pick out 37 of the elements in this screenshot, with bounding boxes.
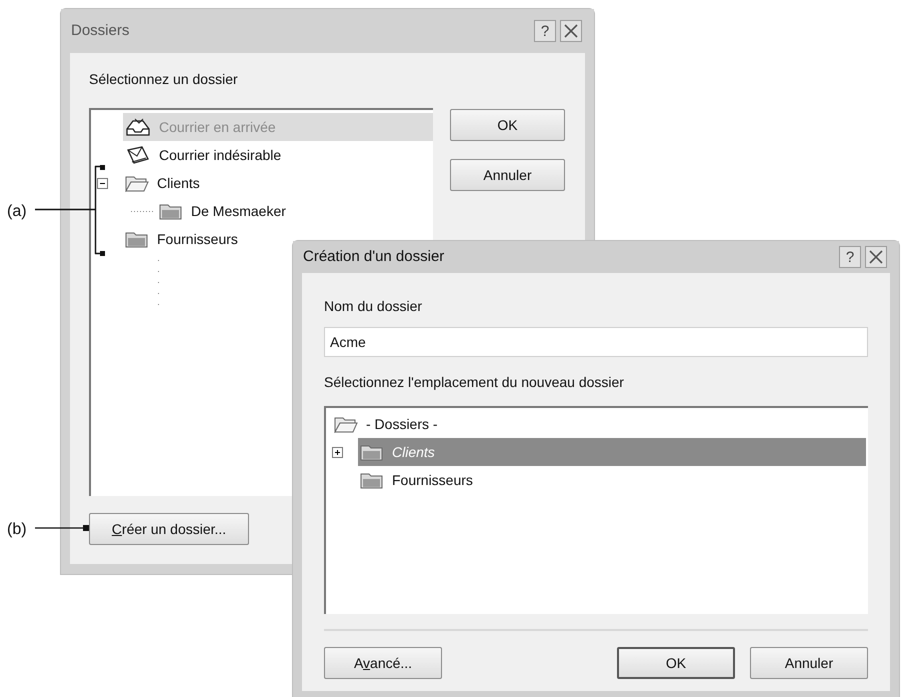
envelope-icon bbox=[125, 145, 151, 165]
field-label: Nom du dossier bbox=[324, 297, 424, 316]
folder-icon bbox=[360, 471, 384, 489]
folder-icon bbox=[125, 230, 149, 248]
dialog-button[interactable]: Créer un dossier... bbox=[89, 513, 249, 545]
help-button[interactable]: ? bbox=[534, 20, 556, 42]
close-button[interactable] bbox=[865, 246, 887, 268]
dialog-button[interactable]: Annuler bbox=[750, 647, 868, 679]
window-title: Création d'un dossier bbox=[303, 246, 444, 267]
tree-item[interactable]: De Mesmaeker bbox=[157, 197, 433, 225]
dialog-button[interactable]: Avancé... bbox=[324, 647, 442, 679]
dialog-button[interactable]: OK bbox=[450, 109, 565, 141]
tree-line bbox=[131, 210, 155, 212]
prompt-text: Sélectionnez l'emplacement du nouveau dossier bbox=[324, 373, 625, 392]
tree-item[interactable]: - Dossiers - bbox=[332, 410, 866, 438]
help-button[interactable]: ? bbox=[839, 246, 861, 268]
expand-icon[interactable] bbox=[332, 446, 343, 458]
open-folder-icon bbox=[334, 415, 358, 433]
callout-label: (b) bbox=[7, 520, 27, 540]
tree-item[interactable]: Courrier indésirable bbox=[123, 141, 433, 169]
name-field[interactable]: Acme bbox=[324, 327, 868, 357]
close-icon bbox=[869, 250, 883, 264]
tree-item[interactable]: Fournisseurs bbox=[358, 466, 866, 494]
folder-icon bbox=[159, 202, 183, 220]
close-icon bbox=[564, 24, 578, 38]
tray-icon bbox=[125, 117, 151, 137]
collapse-icon[interactable] bbox=[97, 178, 108, 188]
folder-icon bbox=[360, 443, 384, 461]
close-button[interactable] bbox=[560, 20, 582, 42]
dialog-button[interactable]: Annuler bbox=[450, 159, 565, 191]
prompt-text: Sélectionnez un dossier bbox=[89, 70, 239, 89]
open-folder-icon bbox=[125, 174, 149, 192]
callout-label: (a) bbox=[7, 202, 27, 222]
tree-item[interactable]: Clients bbox=[123, 169, 433, 197]
window-title: Dossiers bbox=[71, 20, 130, 41]
dialog-button[interactable]: OK bbox=[617, 647, 735, 679]
leader-line bbox=[35, 523, 89, 533]
